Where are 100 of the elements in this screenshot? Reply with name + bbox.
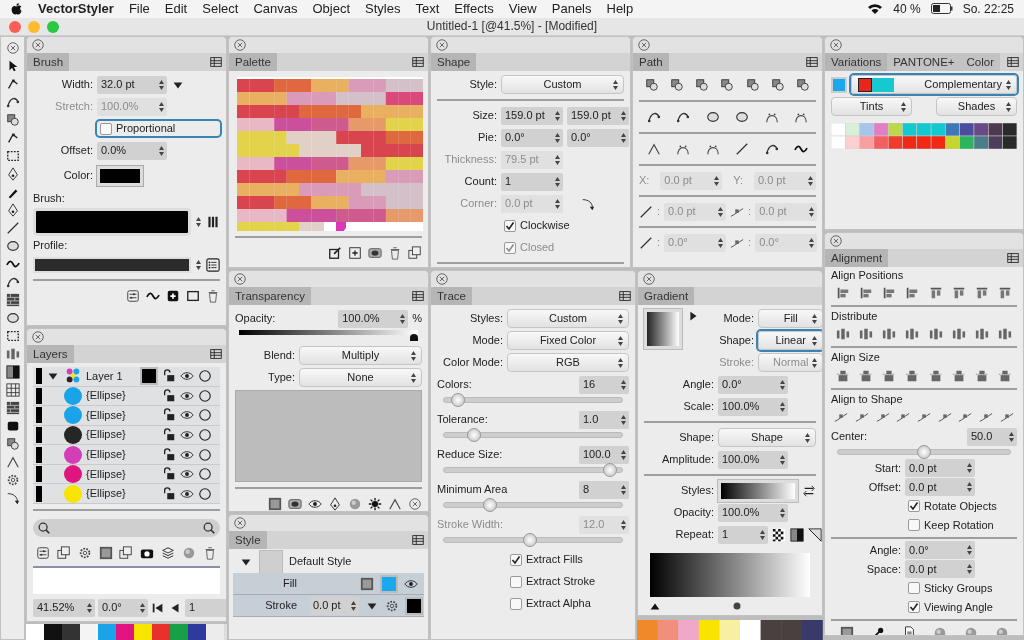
settings-icon[interactable] bbox=[5, 473, 20, 487]
resize-icon[interactable] bbox=[905, 368, 920, 383]
pen-icon[interactable] bbox=[5, 203, 20, 217]
circle-icon[interactable] bbox=[198, 467, 212, 482]
strokes-icon[interactable] bbox=[206, 215, 220, 230]
menu-item[interactable]: File bbox=[128, 1, 150, 17]
align-icon[interactable] bbox=[951, 286, 966, 301]
node-icon[interactable] bbox=[5, 77, 20, 91]
stepper-icon[interactable] bbox=[195, 216, 202, 229]
number-field[interactable]: 100.0% bbox=[338, 309, 409, 328]
stepper-icon[interactable] bbox=[399, 312, 407, 325]
align-icon[interactable] bbox=[835, 286, 850, 301]
menu-item[interactable]: Styles bbox=[365, 1, 401, 17]
stepper-icon[interactable] bbox=[410, 372, 417, 384]
stepper-icon[interactable] bbox=[1008, 430, 1015, 443]
stepper-icon[interactable] bbox=[779, 400, 786, 413]
dropdown[interactable]: Complementary bbox=[851, 75, 1017, 94]
stepper-icon[interactable] bbox=[620, 131, 627, 144]
checkbox[interactable] bbox=[100, 122, 112, 135]
stepper-icon[interactable] bbox=[804, 432, 811, 444]
dropdown[interactable]: None bbox=[299, 368, 422, 387]
color-strip-drawing[interactable] bbox=[637, 620, 823, 640]
duplicate-icon[interactable] bbox=[119, 546, 134, 560]
stepper-icon[interactable] bbox=[1005, 79, 1012, 91]
resize-icon[interactable] bbox=[858, 368, 873, 383]
visibility-bar[interactable] bbox=[36, 466, 42, 483]
swap-icon[interactable] bbox=[802, 483, 816, 498]
eye-icon[interactable] bbox=[180, 428, 194, 442]
ellipse-icon[interactable] bbox=[5, 311, 20, 325]
curve-icon[interactable] bbox=[676, 110, 691, 124]
slider-thumb[interactable] bbox=[466, 428, 481, 442]
current-color-swatch[interactable] bbox=[831, 76, 847, 93]
layers-icon[interactable] bbox=[160, 546, 175, 560]
sun-icon[interactable] bbox=[368, 497, 382, 511]
style-name[interactable]: Default Style bbox=[289, 555, 352, 569]
overlap-shapes-icon[interactable] bbox=[5, 113, 20, 127]
stepper-icon[interactable] bbox=[350, 599, 357, 612]
mask-icon[interactable] bbox=[288, 497, 302, 511]
number-field[interactable]: 8 bbox=[579, 480, 629, 499]
dropdown[interactable]: Fixed Color bbox=[507, 331, 629, 350]
stepper-icon[interactable] bbox=[195, 258, 202, 271]
eye-icon[interactable] bbox=[308, 497, 322, 511]
checkbox[interactable] bbox=[908, 519, 920, 532]
dashed-rectangle-icon[interactable] bbox=[5, 149, 20, 163]
slider-thumb[interactable] bbox=[917, 444, 931, 459]
menu-item[interactable]: Effects bbox=[454, 1, 494, 17]
panel-tab[interactable]: Shape bbox=[431, 53, 477, 71]
menu-item[interactable]: Canvas bbox=[253, 1, 298, 17]
distribute-icon[interactable] bbox=[5, 347, 20, 361]
grid-icon[interactable] bbox=[5, 383, 20, 397]
menu-icon[interactable] bbox=[618, 289, 632, 303]
menu-item[interactable]: Object bbox=[312, 1, 351, 17]
panel-tab[interactable]: Variations bbox=[825, 53, 888, 71]
dropdown[interactable]: Custom bbox=[501, 75, 624, 94]
stepper-icon[interactable] bbox=[966, 544, 973, 557]
plus-icon[interactable] bbox=[166, 289, 180, 304]
dropdown[interactable]: Tints bbox=[831, 97, 912, 116]
swatch-bar[interactable] bbox=[26, 624, 227, 640]
menu-icon[interactable] bbox=[1006, 251, 1020, 265]
panel-tab[interactable]: Alignment bbox=[825, 249, 889, 267]
menu-icon[interactable] bbox=[411, 289, 425, 303]
panel-tab[interactable]: Style bbox=[229, 531, 267, 549]
slider-thumb[interactable] bbox=[603, 463, 618, 477]
color-swatches-drawing[interactable] bbox=[237, 77, 423, 231]
ellipse-icon[interactable] bbox=[705, 110, 720, 124]
distribute-icon[interactable] bbox=[998, 327, 1013, 342]
menu-item[interactable]: View bbox=[508, 1, 537, 17]
profile-preview[interactable] bbox=[33, 256, 191, 273]
line-icon[interactable] bbox=[5, 221, 20, 235]
close-icon[interactable] bbox=[31, 38, 45, 52]
stepper-icon[interactable] bbox=[1005, 101, 1012, 113]
stepper-icon[interactable] bbox=[779, 453, 786, 466]
checkbox[interactable] bbox=[908, 582, 920, 595]
dropdown[interactable]: Shades bbox=[936, 97, 1017, 116]
wifi-icon[interactable] bbox=[867, 3, 884, 15]
circle-icon[interactable] bbox=[198, 486, 212, 501]
lock-icon[interactable] bbox=[162, 369, 176, 384]
align-icon[interactable] bbox=[998, 286, 1013, 301]
lock-icon[interactable] bbox=[162, 388, 176, 403]
dropdown[interactable]: Linear bbox=[758, 331, 822, 350]
dropdown[interactable]: Multiply bbox=[299, 346, 422, 365]
color-swatch[interactable] bbox=[405, 596, 423, 615]
overlap-shapes-icon[interactable] bbox=[669, 78, 684, 92]
number-field[interactable]: 1.0 bbox=[579, 410, 629, 429]
overlap-shapes-icon[interactable] bbox=[745, 78, 760, 92]
stepper-icon[interactable] bbox=[86, 602, 93, 614]
plus-icon[interactable] bbox=[348, 246, 362, 260]
dropdown[interactable]: Custom bbox=[507, 309, 629, 328]
close-icon[interactable] bbox=[233, 272, 247, 286]
triangle-pattern-icon[interactable] bbox=[808, 527, 822, 542]
panel-tab[interactable]: Color bbox=[960, 53, 1001, 71]
distribute-icon[interactable] bbox=[975, 327, 990, 342]
apple-logo-icon[interactable] bbox=[10, 2, 23, 16]
frame-icon[interactable] bbox=[268, 497, 282, 511]
menu-item[interactable]: Help bbox=[606, 1, 634, 17]
number-field[interactable]: 41.52% bbox=[33, 599, 95, 617]
menu-item[interactable]: Text bbox=[415, 1, 440, 17]
number-field[interactable]: 1 bbox=[185, 599, 226, 617]
pattern-icon[interactable] bbox=[5, 401, 20, 415]
curve-icon[interactable] bbox=[764, 142, 779, 156]
